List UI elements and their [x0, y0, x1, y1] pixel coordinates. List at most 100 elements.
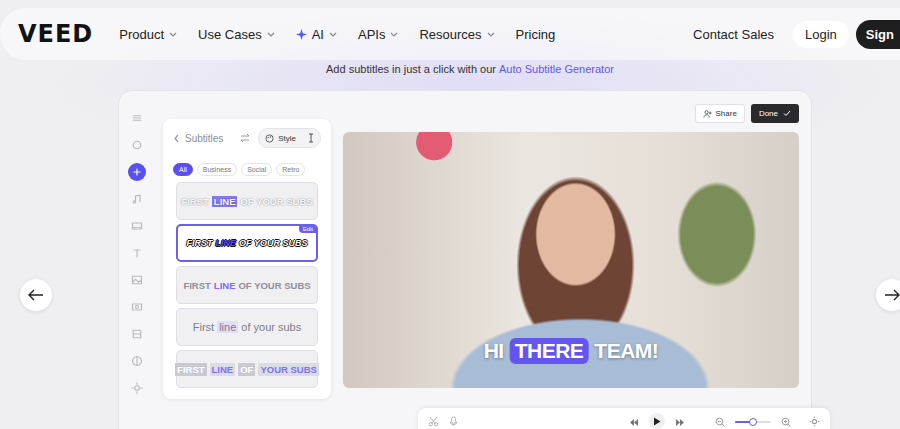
check-icon	[783, 110, 791, 117]
tool-icon	[131, 301, 143, 313]
chevron-down-icon	[267, 30, 275, 38]
chevron-down-icon	[169, 30, 177, 38]
video-preview: HITHERETEAM!	[343, 132, 799, 388]
filter-chip[interactable]: Retro	[276, 163, 305, 176]
share-button[interactable]: Share	[695, 104, 745, 123]
stage: Subtitles Style All Business Social Retro FIRS…	[0, 90, 900, 429]
panel-title: Subtitles	[185, 133, 223, 144]
login-button[interactable]: Login	[793, 21, 849, 48]
style-card[interactable]: Firstlineof your subs	[176, 308, 318, 346]
rail-item[interactable]	[128, 325, 146, 343]
signup-button[interactable]: Sign	[856, 20, 900, 49]
rail-item[interactable]	[128, 109, 146, 127]
caption-word: TEAM!	[594, 339, 658, 363]
play-icon	[653, 417, 661, 426]
previous-icon[interactable]	[629, 418, 639, 427]
logo[interactable]: VEED	[18, 20, 93, 48]
tool-rail	[123, 104, 151, 397]
editor-mockup: Subtitles Style All Business Social Retro FIRS…	[118, 90, 812, 429]
swap-icon[interactable]	[240, 133, 250, 143]
nav-label: APIs	[358, 27, 385, 42]
previous-slide-button[interactable]	[20, 279, 52, 311]
done-label: Done	[759, 109, 778, 118]
tool-icon	[131, 328, 143, 340]
rail-item[interactable]	[128, 298, 146, 316]
filter-chips: All Business Social Retro	[173, 163, 321, 176]
zoom-in-icon[interactable]	[781, 417, 791, 427]
page: VEED Product Use Cases AI APIs Resources Prici…	[0, 0, 900, 429]
chevron-down-icon	[390, 30, 398, 38]
editor-toolbar: Share Done	[343, 104, 799, 123]
preview-word: OF	[238, 363, 255, 376]
playback-bar	[418, 408, 830, 429]
rail-item[interactable]	[128, 352, 146, 370]
text-cursor-icon	[308, 133, 314, 143]
promo-link[interactable]: Auto Subtitle Generator	[499, 63, 614, 75]
palette-icon	[265, 134, 274, 143]
preview-word: of your subs	[241, 321, 301, 333]
play-button[interactable]	[649, 413, 665, 429]
style-card[interactable]: FIRSTLINEOF YOUR SUBS	[176, 182, 318, 220]
chevron-down-icon	[487, 30, 495, 38]
nav-item[interactable]: APIs	[358, 27, 398, 42]
nav-menu: Product Use Cases AI APIs Resources Pricing	[119, 27, 555, 42]
next-slide-button[interactable]	[876, 279, 900, 311]
tool-icon	[131, 139, 143, 151]
sparkle-icon	[296, 29, 307, 40]
preview-word: LINE	[212, 196, 238, 207]
transport-controls	[629, 416, 685, 429]
rail-item[interactable]	[128, 190, 146, 208]
panel-header: Subtitles Style	[173, 127, 321, 149]
style-preview: FIRSTLINEOF YOUR SUBS	[187, 238, 308, 248]
style-preview: FIRSTLINEOFYOUR SUBS	[175, 363, 319, 376]
rail-item[interactable]	[128, 136, 146, 154]
preview-word: LINE	[216, 238, 237, 248]
contact-sales-link[interactable]: Contact Sales	[693, 27, 774, 42]
promo-label: Add subtitles in just a click with our	[326, 63, 496, 75]
promo-text: Add subtitles in just a click with ourAu…	[0, 63, 900, 76]
tool-icon	[131, 112, 143, 124]
rail-item[interactable]	[128, 163, 146, 181]
chevron-left-icon	[173, 134, 180, 143]
style-card[interactable]: FIRSTLINEOFYOUR SUBS	[176, 350, 318, 388]
filter-chip[interactable]: Social	[241, 163, 272, 176]
rail-item[interactable]	[128, 244, 146, 262]
done-button[interactable]: Done	[751, 104, 799, 123]
rail-item[interactable]	[128, 271, 146, 289]
preview-word: YOUR SUBS	[258, 363, 318, 376]
edit-badge[interactable]: Edit	[299, 225, 317, 233]
nav-item[interactable]: Use Cases	[198, 27, 275, 42]
tool-icon	[131, 220, 143, 232]
preview-word: OF YOUR SUBS	[240, 196, 312, 207]
scissors-icon[interactable]	[428, 416, 439, 427]
nav-item[interactable]: AI	[296, 27, 337, 42]
next-icon[interactable]	[675, 418, 685, 427]
top-nav: VEED Product Use Cases AI APIs Resources Prici…	[0, 8, 900, 60]
tool-icon	[131, 166, 143, 178]
style-preview: FIRSTLINEOF YOUR SUBS	[181, 196, 312, 207]
nav-item[interactable]: Product	[119, 27, 177, 42]
back-button[interactable]: Subtitles	[173, 133, 223, 144]
nav-item[interactable]: Pricing	[516, 27, 556, 42]
preview-word: FIRST	[175, 363, 206, 376]
nav-item[interactable]: Resources	[419, 27, 494, 42]
settings-icon[interactable]	[809, 416, 820, 427]
zoom-out-icon[interactable]	[715, 417, 725, 427]
subtitle-caption[interactable]: HITHERETEAM!	[484, 338, 659, 364]
microphone-icon[interactable]	[449, 416, 458, 427]
arrow-right-icon	[884, 289, 900, 301]
style-card[interactable]: FIRSTLINEOF YOUR SUBS Edit	[176, 224, 318, 262]
rail-item[interactable]	[128, 217, 146, 235]
tool-icon	[131, 193, 143, 205]
zoom-slider[interactable]	[735, 421, 771, 423]
zoom-knob[interactable]	[749, 418, 757, 426]
preview-word: FIRST	[183, 280, 210, 291]
nav-label: Product	[119, 27, 164, 42]
arrow-left-icon	[28, 289, 44, 301]
style-card[interactable]: FIRSTLINEOF YOUR SUBS	[176, 266, 318, 304]
filter-chip[interactable]: All	[173, 163, 193, 176]
style-button[interactable]: Style	[258, 128, 321, 148]
caption-word: HI	[484, 339, 504, 363]
rail-item[interactable]	[128, 379, 146, 397]
filter-chip[interactable]: Business	[197, 163, 237, 176]
